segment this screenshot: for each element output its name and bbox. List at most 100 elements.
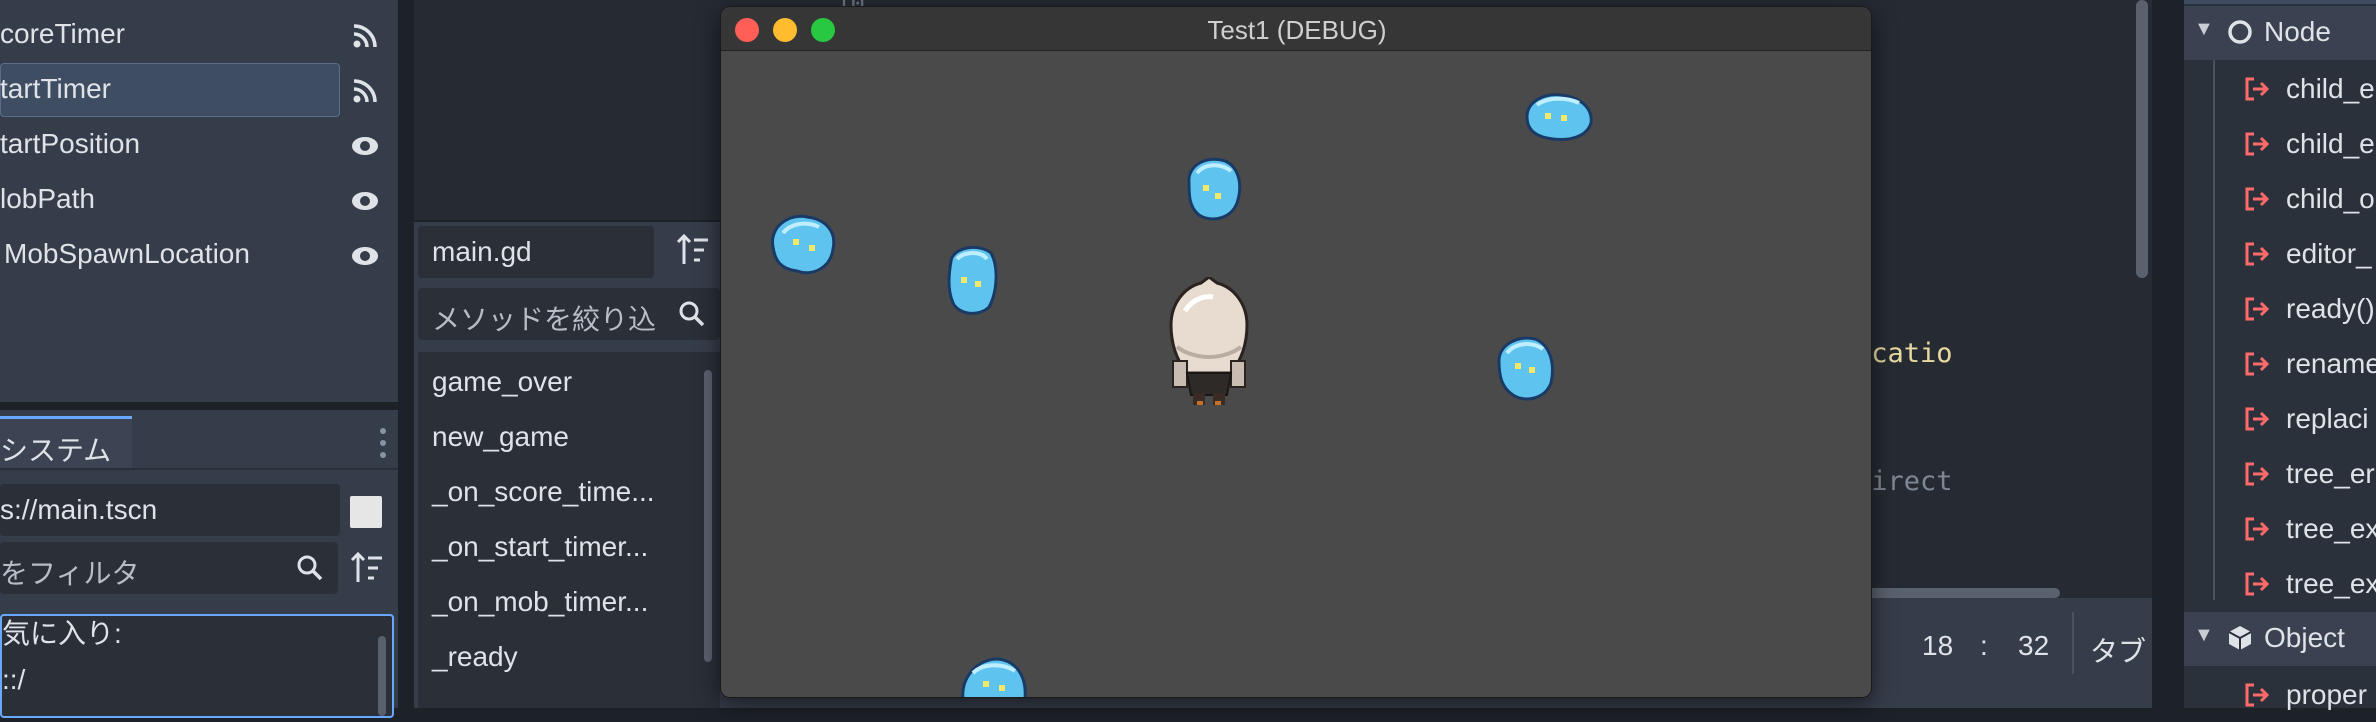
signal-label: proper xyxy=(2286,679,2367,710)
scene-node-label: lobPath xyxy=(0,183,95,214)
signal-arrow-icon xyxy=(2245,683,2270,707)
slime-enemy xyxy=(1525,93,1593,141)
script-list xyxy=(414,0,720,220)
scene-node-start-position[interactable]: tartPosition xyxy=(0,118,398,172)
node-signals-dock: ▼ Node child_e child_e child_o editor_ r… xyxy=(2184,0,2376,710)
scene-node-label: tartTimer xyxy=(0,73,111,104)
signal-arrow-icon xyxy=(2245,242,2270,266)
method-item[interactable]: _on_mob_timer... xyxy=(432,586,648,618)
signal-item[interactable]: child_e xyxy=(2184,62,2376,116)
signal-label: tree_er xyxy=(2286,458,2375,489)
signal-label: replaci xyxy=(2286,403,2369,434)
indent-mode-button[interactable]: タブ xyxy=(2090,630,2146,670)
signal-arrow-icon xyxy=(2245,517,2270,541)
tab-filesystem[interactable]: システム xyxy=(0,416,132,468)
script-name: main.gd xyxy=(432,236,532,267)
tab-label: システム xyxy=(0,435,112,466)
slime-enemy xyxy=(771,214,836,275)
scene-node-label: tartPosition xyxy=(0,128,141,159)
game-debug-window[interactable]: Test1 (DEBUG) xyxy=(720,6,1872,698)
slime-enemy xyxy=(947,245,998,315)
signal-icon[interactable] xyxy=(350,21,380,51)
signal-item[interactable]: proper xyxy=(2184,668,2376,722)
cursor-line: 18 xyxy=(1922,630,1954,661)
window-titlebar[interactable]: Test1 (DEBUG) xyxy=(721,7,1871,51)
filter-placeholder: をフィルタ xyxy=(0,558,140,589)
method-item[interactable]: _on_start_timer... xyxy=(432,531,648,563)
method-item[interactable]: _on_score_time... xyxy=(432,476,655,508)
horizontal-scrollbar[interactable] xyxy=(1860,588,2060,598)
signal-arrow-icon xyxy=(2245,352,2270,376)
section-label: Object xyxy=(2264,622,2345,653)
scrollbar[interactable] xyxy=(704,370,712,662)
signal-label: child_e xyxy=(2286,73,2375,104)
signal-arrow-icon xyxy=(2245,572,2270,596)
file-tree[interactable]: 気に入り: ::/ xyxy=(0,614,394,718)
signal-arrow-icon xyxy=(2245,462,2270,486)
signal-label: ready() xyxy=(2286,293,2375,324)
signal-label: editor_ xyxy=(2286,238,2372,269)
method-list: game_over new_game _on_score_time... _on… xyxy=(418,352,720,708)
sort-icon[interactable] xyxy=(676,234,710,266)
cursor-column: 32 xyxy=(2018,630,2050,661)
method-filter-input[interactable]: メソッドを絞り込 xyxy=(418,288,720,340)
player-character xyxy=(1169,277,1249,405)
section-object[interactable]: ▼ Object xyxy=(2184,612,2376,666)
signal-item[interactable]: child_e xyxy=(2184,117,2376,171)
signal-icon[interactable] xyxy=(350,76,380,106)
signal-item[interactable]: child_o xyxy=(2184,172,2376,226)
method-item[interactable]: _ready xyxy=(432,641,518,673)
eye-icon[interactable] xyxy=(350,241,380,271)
scene-node-label: MobSpawnLocation xyxy=(4,238,250,269)
signal-item[interactable]: tree_ex xyxy=(2184,502,2376,556)
signal-arrow-icon xyxy=(2245,187,2270,211)
scene-node-start-timer[interactable]: tartTimer xyxy=(0,63,398,117)
signal-arrow-icon xyxy=(2245,407,2270,431)
scene-tree-dock: coreTimer tartTimer tartPosition lobPath… xyxy=(0,0,398,402)
section-label: Node xyxy=(2264,16,2331,47)
split-view-icon[interactable] xyxy=(350,496,382,528)
file-filter-input[interactable]: をフィルタ xyxy=(0,542,338,594)
signal-item[interactable]: tree_er xyxy=(2184,447,2376,501)
signal-arrow-icon xyxy=(2245,297,2270,321)
script-name-field[interactable]: main.gd xyxy=(418,226,654,278)
slime-enemy xyxy=(1187,157,1242,221)
signal-item[interactable]: replaci xyxy=(2184,392,2376,446)
search-icon xyxy=(297,555,323,581)
signal-item[interactable]: tree_ex xyxy=(2184,557,2376,611)
cursor-separator: : xyxy=(1980,630,1988,661)
signal-item[interactable]: editor_ xyxy=(2184,227,2376,281)
divider xyxy=(2072,612,2074,674)
signal-arrow-icon xyxy=(2245,77,2270,101)
signal-item[interactable]: rename xyxy=(2184,337,2376,391)
signal-label: rename xyxy=(2286,348,2376,379)
file-tree-root[interactable]: ::/ xyxy=(2,664,25,696)
scrollbar[interactable] xyxy=(378,636,386,716)
signal-item[interactable]: ready() xyxy=(2184,282,2376,336)
slime-enemy xyxy=(1497,336,1554,401)
search-icon xyxy=(679,301,705,327)
vertical-scrollbar[interactable] xyxy=(2136,0,2148,278)
favorites-label: 気に入り: xyxy=(2,618,122,649)
eye-icon[interactable] xyxy=(350,186,380,216)
signal-label: tree_ex xyxy=(2286,568,2376,599)
section-node[interactable]: ▼ Node xyxy=(2184,6,2376,60)
signal-label: tree_ex xyxy=(2286,513,2376,544)
window-title: Test1 (DEBUG) xyxy=(1207,15,1387,45)
method-panel: main.gd メソッドを絞り込 game_over new_game _on_… xyxy=(414,222,720,708)
eye-icon[interactable] xyxy=(350,131,380,161)
divider xyxy=(0,468,398,470)
object-cube-icon xyxy=(2228,626,2252,650)
path-field[interactable]: s://main.tscn xyxy=(0,484,340,536)
game-viewport[interactable] xyxy=(721,51,1871,697)
path-value: s://main.tscn xyxy=(0,494,158,525)
method-item[interactable]: game_over xyxy=(432,366,572,398)
scene-node-score-timer[interactable]: coreTimer xyxy=(0,8,398,62)
dock-menu-icon[interactable] xyxy=(380,428,388,464)
method-item[interactable]: new_game xyxy=(432,421,569,453)
scene-node-mob-path[interactable]: lobPath xyxy=(0,173,398,227)
chevron-down-icon: ▼ xyxy=(2194,624,2214,646)
sort-icon[interactable] xyxy=(350,552,384,584)
node-icon xyxy=(2228,20,2252,44)
scene-node-mob-spawn-location[interactable]: MobSpawnLocation xyxy=(0,228,398,282)
